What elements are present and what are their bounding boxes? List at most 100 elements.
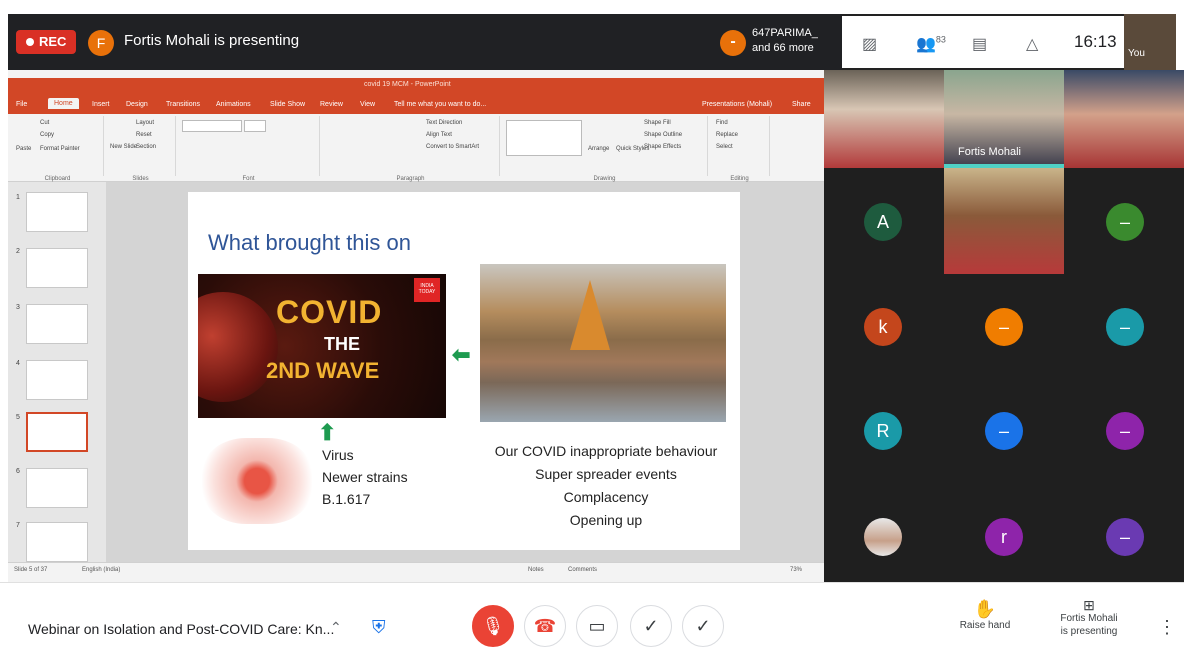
participant-avatar[interactable]: – xyxy=(985,308,1023,346)
participant-avatar[interactable]: - xyxy=(720,30,746,56)
slide-thumbnail[interactable] xyxy=(26,248,88,288)
tab-view[interactable]: View xyxy=(360,101,375,108)
slide-thumbnail[interactable] xyxy=(26,192,88,232)
presenter-title: Fortis Mohali is presenting xyxy=(124,32,300,49)
shapes-gallery[interactable] xyxy=(506,120,582,156)
select-button[interactable]: Select xyxy=(716,144,733,150)
extension-button[interactable]: ✓ xyxy=(682,605,724,647)
tell-me-search[interactable]: Tell me what you want to do... xyxy=(394,101,486,108)
thumb-number: 4 xyxy=(16,360,20,367)
check-icon: ✓ xyxy=(643,616,659,636)
new-slide-button[interactable]: New Slide xyxy=(110,144,137,150)
format-painter-button[interactable]: Format Painter xyxy=(40,146,80,152)
chat-icon[interactable]: ▤ xyxy=(972,34,987,54)
covid-image-line3: 2ND WAVE xyxy=(266,358,380,383)
covid-image-line2: THE xyxy=(324,334,360,354)
ribbon-group-clipboard: Cut Copy Paste Format Painter Clipboard xyxy=(12,116,104,182)
participant-summary[interactable]: 647PARIMA_ and 66 more xyxy=(752,26,818,56)
participant-avatar[interactable]: – xyxy=(1106,308,1144,346)
tab-file[interactable]: File xyxy=(16,101,27,108)
participant-avatar[interactable]: – xyxy=(1106,412,1144,450)
tab-design[interactable]: Design xyxy=(126,101,148,108)
section-button[interactable]: Section xyxy=(136,144,156,150)
people-button[interactable]: 👥83 xyxy=(916,34,946,54)
chevron-up-icon[interactable]: ⌃ xyxy=(330,619,342,636)
active-speaker-label: Fortis Mohali xyxy=(958,146,1021,158)
align-text-button[interactable]: Align Text xyxy=(426,132,452,138)
tab-home[interactable]: Home xyxy=(48,98,79,109)
raise-hand-label: Raise hand xyxy=(959,620,1011,631)
comments-button[interactable]: Comments xyxy=(568,567,597,573)
participant-video-tile[interactable] xyxy=(824,70,944,168)
font-name-select[interactable] xyxy=(182,120,242,132)
arrow-up-icon: ⬆ xyxy=(318,420,337,445)
meeting-bottom-bar: Webinar on Isolation and Post-COVID Care… xyxy=(0,582,1184,661)
zoom-level[interactable]: 73% xyxy=(790,567,802,573)
text-direction-button[interactable]: Text Direction xyxy=(426,120,462,126)
virus-illustration xyxy=(198,292,278,402)
replace-button[interactable]: Replace xyxy=(716,132,738,138)
participant-avatar[interactable]: r xyxy=(985,518,1023,556)
tab-review[interactable]: Review xyxy=(320,101,343,108)
meeting-title[interactable]: Webinar on Isolation and Post-COVID Care… xyxy=(28,621,334,637)
extension-button[interactable]: ✓ xyxy=(630,605,672,647)
tab-insert[interactable]: Insert xyxy=(92,101,110,108)
meeting-top-bar: REC F Fortis Mohali is presenting - 647P… xyxy=(8,14,842,70)
copy-button[interactable]: Copy xyxy=(40,132,54,138)
mic-off-button[interactable]: 🎙 xyxy=(472,605,514,647)
presenting-line1: Fortis Mohali xyxy=(1060,613,1118,624)
tab-transitions[interactable]: Transitions xyxy=(166,101,200,108)
shape-effects-button[interactable]: Shape Effects xyxy=(644,144,681,150)
participant-video-tile[interactable] xyxy=(1064,70,1184,168)
activities-icon[interactable]: △ xyxy=(1026,34,1038,54)
arrange-button[interactable]: Arrange xyxy=(588,146,609,152)
hand-icon: ✋ xyxy=(973,599,997,619)
slide-canvas: What brought this on INDIA TODAY COVID T… xyxy=(106,182,824,562)
slide-thumbnail[interactable] xyxy=(26,522,88,562)
shape-outline-button[interactable]: Shape Outline xyxy=(644,132,682,138)
reset-button[interactable]: Reset xyxy=(136,132,152,138)
slide-thumbnail[interactable] xyxy=(26,468,88,508)
more-options-icon[interactable]: ⋮ xyxy=(1158,617,1176,638)
layout-button[interactable]: Layout xyxy=(136,120,154,126)
participant-avatar[interactable]: R xyxy=(864,412,902,450)
ppt-ribbon-tabs: File Home Insert Design Transitions Anim… xyxy=(8,96,824,114)
tab-animations[interactable]: Animations xyxy=(216,101,251,108)
shield-icon[interactable]: ⛨ xyxy=(372,617,392,639)
participant-video-tile[interactable] xyxy=(944,168,1064,274)
participant-photo-avatar[interactable] xyxy=(864,518,902,556)
participant-avatar[interactable]: – xyxy=(985,412,1023,450)
slide-thumbnail[interactable] xyxy=(26,304,88,344)
participant-avatar[interactable]: – xyxy=(1106,203,1144,241)
participant-avatar[interactable]: k xyxy=(864,308,902,346)
cause-text-block: Our COVID inappropriate behaviour Super … xyxy=(470,440,742,532)
font-size-select[interactable] xyxy=(244,120,266,132)
broken-image-icon: ▨ xyxy=(862,36,878,53)
cut-button[interactable]: Cut xyxy=(40,120,49,126)
notes-button[interactable]: Notes xyxy=(528,567,544,573)
leave-call-button[interactable]: ☎ xyxy=(524,605,566,647)
camera-button[interactable]: ▭ xyxy=(576,605,618,647)
ribbon-group-font: Font xyxy=(178,116,320,182)
raise-hand-button[interactable]: ✋ Raise hand xyxy=(950,599,1020,631)
convert-smartart-button[interactable]: Convert to SmartArt xyxy=(426,144,479,150)
rec-label: REC xyxy=(39,34,67,49)
thumb-number: 6 xyxy=(16,468,20,475)
slide-thumbnail-selected[interactable] xyxy=(26,412,88,452)
ribbon-group-paragraph: Text Direction Align Text Convert to Sma… xyxy=(322,116,500,182)
participant-avatar[interactable]: – xyxy=(1106,518,1144,556)
paste-button[interactable]: Paste xyxy=(16,146,31,152)
ppt-status-bar: Slide 5 of 37 English (India) Notes Comm… xyxy=(8,562,824,578)
virus-text-block: Virus Newer strains B.1.617 xyxy=(322,444,408,510)
ppt-window-title: covid 19 MCM - PowerPoint xyxy=(364,81,451,88)
share-button[interactable]: Share xyxy=(792,101,811,108)
participant-avatar[interactable]: A xyxy=(864,203,902,241)
self-view-tile[interactable]: You xyxy=(1124,14,1176,70)
slide-thumbnail[interactable] xyxy=(26,360,88,400)
virus-line: Virus xyxy=(322,447,354,463)
find-button[interactable]: Find xyxy=(716,120,728,126)
participant-grid: Fortis Mohali A – k – – R – – r – xyxy=(824,70,1184,582)
shape-fill-button[interactable]: Shape Fill xyxy=(644,120,671,126)
tab-slide-show[interactable]: Slide Show xyxy=(270,101,305,108)
presenting-button[interactable]: ⊞ Fortis Mohali is presenting xyxy=(1052,598,1126,638)
